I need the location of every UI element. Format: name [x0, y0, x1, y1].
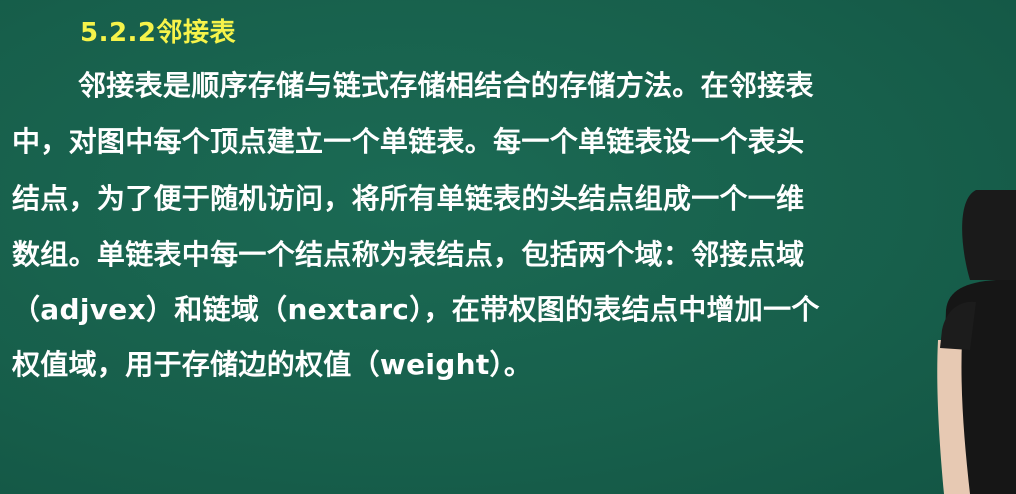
paragraph-line-4: 数组。单链表中每一个结点称为表结点，包括两个域：邻接点域 [12, 238, 805, 271]
presenter-figure [936, 190, 1016, 494]
paragraph-line-3: 结点，为了便于随机访问，将所有单链表的头结点组成一个一维 [12, 182, 805, 215]
paragraph-line-2: 中，对图中每个顶点建立一个单链表。每一个单链表设一个表头 [12, 125, 805, 158]
paragraph-line-5: （adjvex）和链域（nextarc），在带权图的表结点中增加一个 [12, 293, 820, 326]
slide-title: 5.2.2邻接表 [80, 18, 237, 48]
paragraph-line-6: 权值域，用于存储边的权值（weight）。 [12, 348, 533, 381]
paragraph-line-1: 邻接表是顺序存储与链式存储相结合的存储方法。在邻接表 [78, 69, 814, 102]
